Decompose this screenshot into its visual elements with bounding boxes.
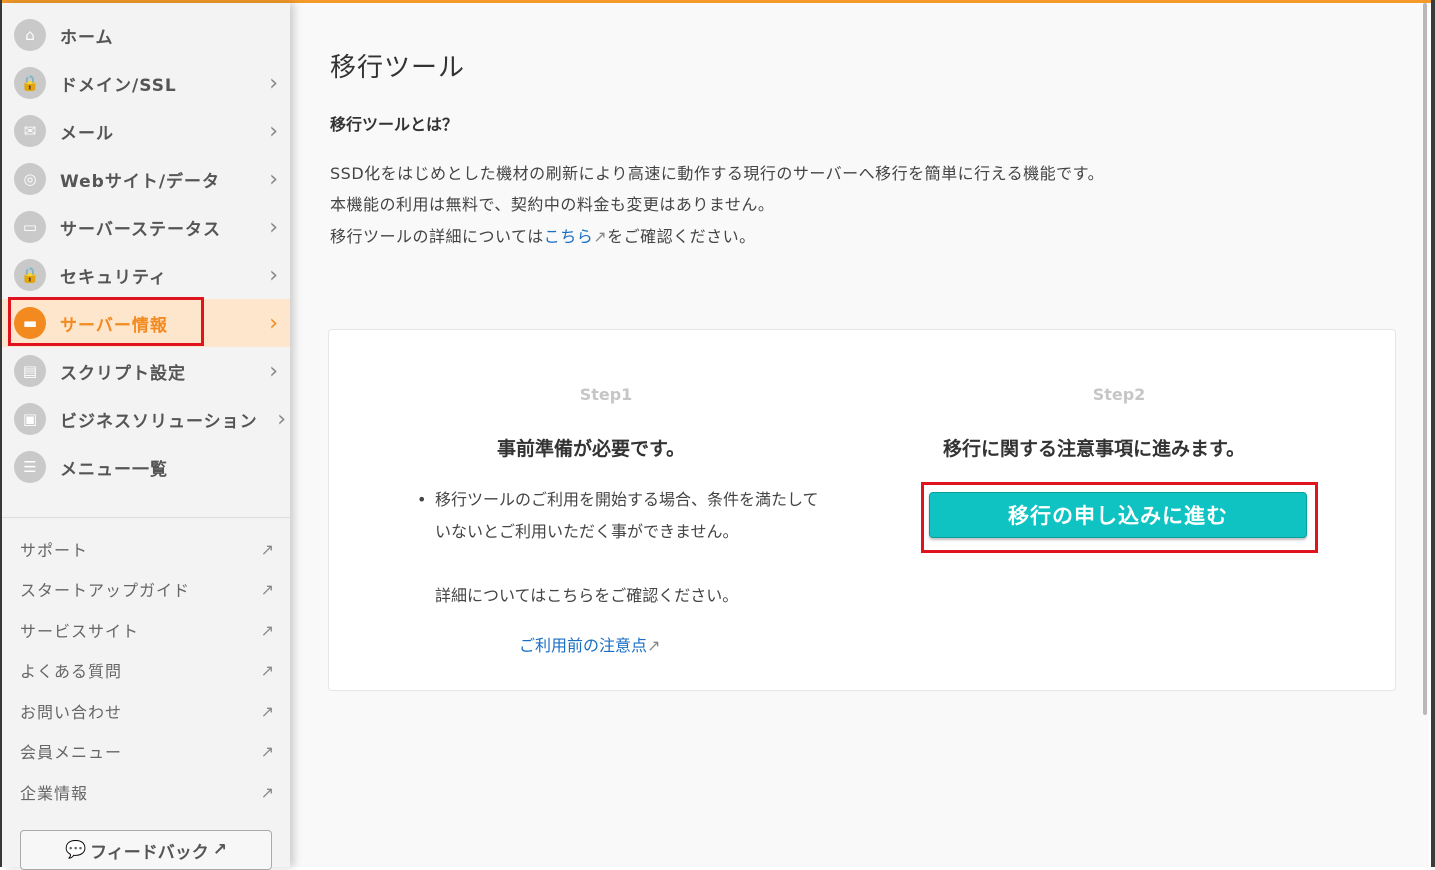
chevron-right-icon: › bbox=[277, 406, 286, 432]
scrollbar[interactable] bbox=[1423, 3, 1427, 715]
sidebar-item-label: メール bbox=[60, 123, 114, 144]
sidebar-item-server-info[interactable]: ▬ サーバー情報 › bbox=[2, 299, 290, 347]
sidebar-link-service-site[interactable]: サービスサイト ↗ bbox=[20, 615, 275, 645]
sidebar-item-home[interactable]: ⌂ ホーム bbox=[2, 11, 290, 59]
sidebar-item-security[interactable]: 🔒 セキュリティ › bbox=[2, 251, 290, 299]
sidebar: ⌂ ホーム 🔒 ドメイン/SSL › ✉ メール › ◎ Webサイト/データ … bbox=[2, 3, 290, 870]
step1-bullet-text: 移行ツールのご利用を開始する場合、条件を満たしていないとご利用いただく事ができま… bbox=[435, 490, 819, 541]
globe-icon: ◎ bbox=[14, 163, 46, 195]
sidebar-link-label: 企業情報 bbox=[20, 784, 89, 803]
sidebar-link-member-menu[interactable]: 会員メニュー ↗ bbox=[20, 736, 275, 766]
sidebar-item-mail[interactable]: ✉ メール › bbox=[2, 107, 290, 155]
sidebar-item-website-data[interactable]: ◎ Webサイト/データ › bbox=[2, 155, 290, 203]
sidebar-link-label: お問い合わせ bbox=[20, 703, 123, 722]
feedback-label: フィードバック bbox=[90, 842, 209, 863]
sidebar-item-label: サーバー情報 bbox=[60, 315, 168, 336]
description-line-2: 本機能の利用は無料で、契約中の料金も変更はありません。 bbox=[330, 195, 775, 214]
domain-icon: 🔒 bbox=[14, 67, 46, 99]
step1-label: Step1 bbox=[579, 385, 633, 404]
chevron-right-icon: › bbox=[269, 214, 278, 240]
chevron-right-icon: › bbox=[269, 310, 278, 336]
sidebar-item-label: Webサイト/データ bbox=[60, 171, 221, 192]
sidebar-item-script-settings[interactable]: ▤ スクリプト設定 › bbox=[2, 347, 290, 395]
sidebar-item-label: メニュー一覧 bbox=[60, 459, 168, 480]
external-link-icon: ↗ bbox=[260, 701, 275, 721]
sidebar-link-label: 会員メニュー bbox=[20, 743, 123, 762]
chevron-right-icon: › bbox=[269, 70, 278, 96]
precautions-link[interactable]: ご利用前の注意点↗ bbox=[519, 632, 660, 656]
chevron-right-icon: › bbox=[269, 118, 278, 144]
sidebar-link-label: スタートアップガイド bbox=[20, 581, 191, 600]
steps-card: Step1 事前準備が必要です。 • 移行ツールのご利用を開始する場合、条件を満… bbox=[328, 329, 1396, 691]
step1-sub-text: 詳細についてはこちらをご確認ください。 bbox=[435, 586, 739, 605]
sidebar-item-label: スクリプト設定 bbox=[60, 363, 186, 384]
main-content: 移行ツール 移行ツールとは？ SSD化をはじめとした機材の刷新により高速に動作す… bbox=[290, 3, 1429, 867]
chart-icon: ▭ bbox=[14, 211, 46, 243]
script-icon: ▤ bbox=[14, 355, 46, 387]
sidebar-item-label: ビジネスソリューション bbox=[60, 411, 258, 432]
server-icon: ▬ bbox=[14, 307, 46, 339]
sidebar-item-label: セキュリティ bbox=[60, 267, 167, 288]
chat-bubble-icon: 💬 bbox=[64, 840, 87, 860]
precautions-link-label: ご利用前の注意点 bbox=[519, 636, 648, 655]
sidebar-item-server-status[interactable]: ▭ サーバーステータス › bbox=[2, 203, 290, 251]
step2-label: Step2 bbox=[1092, 385, 1146, 404]
external-link-icon: ↗ bbox=[260, 782, 275, 802]
sidebar-link-label: サポート bbox=[20, 541, 89, 560]
description-text: 移行ツールの詳細については bbox=[330, 227, 544, 246]
sidebar-link-support[interactable]: サポート ↗ bbox=[20, 534, 275, 564]
section-heading: 移行ツールとは？ bbox=[330, 115, 459, 134]
page-title: 移行ツール bbox=[330, 53, 466, 83]
window-frame-right bbox=[1431, 0, 1435, 867]
description-line-3: 移行ツールの詳細についてはこちら↗をご確認ください。 bbox=[330, 223, 756, 247]
sidebar-item-label: ドメイン/SSL bbox=[60, 75, 177, 96]
sidebar-link-startup-guide[interactable]: スタートアップガイド ↗ bbox=[20, 574, 275, 604]
chevron-right-icon: › bbox=[269, 166, 278, 192]
external-link-icon: ↗ bbox=[212, 840, 228, 860]
sidebar-item-menu-list[interactable]: ☰ メニュー一覧 bbox=[2, 443, 290, 491]
mail-icon: ✉ bbox=[14, 115, 46, 147]
external-link-icon: ↗ bbox=[260, 539, 275, 559]
external-link-icon: ↗ bbox=[260, 741, 275, 761]
sidebar-divider bbox=[2, 517, 290, 518]
sidebar-link-label: よくある質問 bbox=[20, 662, 123, 681]
step1-title: 事前準備が必要です。 bbox=[497, 438, 686, 460]
briefcase-icon: ▣ bbox=[14, 403, 46, 435]
sidebar-item-business-solution[interactable]: ▣ ビジネスソリューション › bbox=[2, 395, 290, 443]
external-link-icon: ↗ bbox=[593, 227, 608, 246]
sidebar-item-label: サーバーステータス bbox=[60, 219, 221, 240]
sidebar-link-company-info[interactable]: 企業情報 ↗ bbox=[20, 777, 275, 807]
step2-title: 移行に関する注意事項に進みます。 bbox=[943, 438, 1246, 460]
chevron-right-icon: › bbox=[269, 358, 278, 384]
sidebar-item-label: ホーム bbox=[60, 27, 114, 48]
sidebar-link-label: サービスサイト bbox=[20, 622, 140, 641]
chevron-right-icon: › bbox=[269, 262, 278, 288]
description-text: をご確認ください。 bbox=[607, 227, 756, 246]
external-link-icon: ↗ bbox=[647, 636, 661, 655]
description-line-1: SSD化をはじめとした機材の刷新により高速に動作する現行のサーバーへ移行を簡単に… bbox=[330, 164, 1105, 183]
lock-icon: 🔒 bbox=[14, 259, 46, 291]
external-link-icon: ↗ bbox=[260, 579, 275, 599]
list-icon: ☰ bbox=[14, 451, 46, 483]
details-link[interactable]: こちら bbox=[544, 227, 594, 246]
sidebar-link-faq[interactable]: よくある質問 ↗ bbox=[20, 655, 275, 685]
feedback-button[interactable]: 💬 フィードバック ↗ bbox=[20, 830, 272, 870]
bullet-dot: • bbox=[417, 490, 427, 509]
sidebar-link-contact[interactable]: お問い合わせ ↗ bbox=[20, 696, 275, 726]
external-link-icon: ↗ bbox=[260, 620, 275, 640]
home-icon: ⌂ bbox=[14, 19, 46, 51]
proceed-to-application-button[interactable]: 移行の申し込みに進む bbox=[929, 492, 1307, 538]
external-link-icon: ↗ bbox=[260, 660, 275, 680]
sidebar-item-domain-ssl[interactable]: 🔒 ドメイン/SSL › bbox=[2, 59, 290, 107]
